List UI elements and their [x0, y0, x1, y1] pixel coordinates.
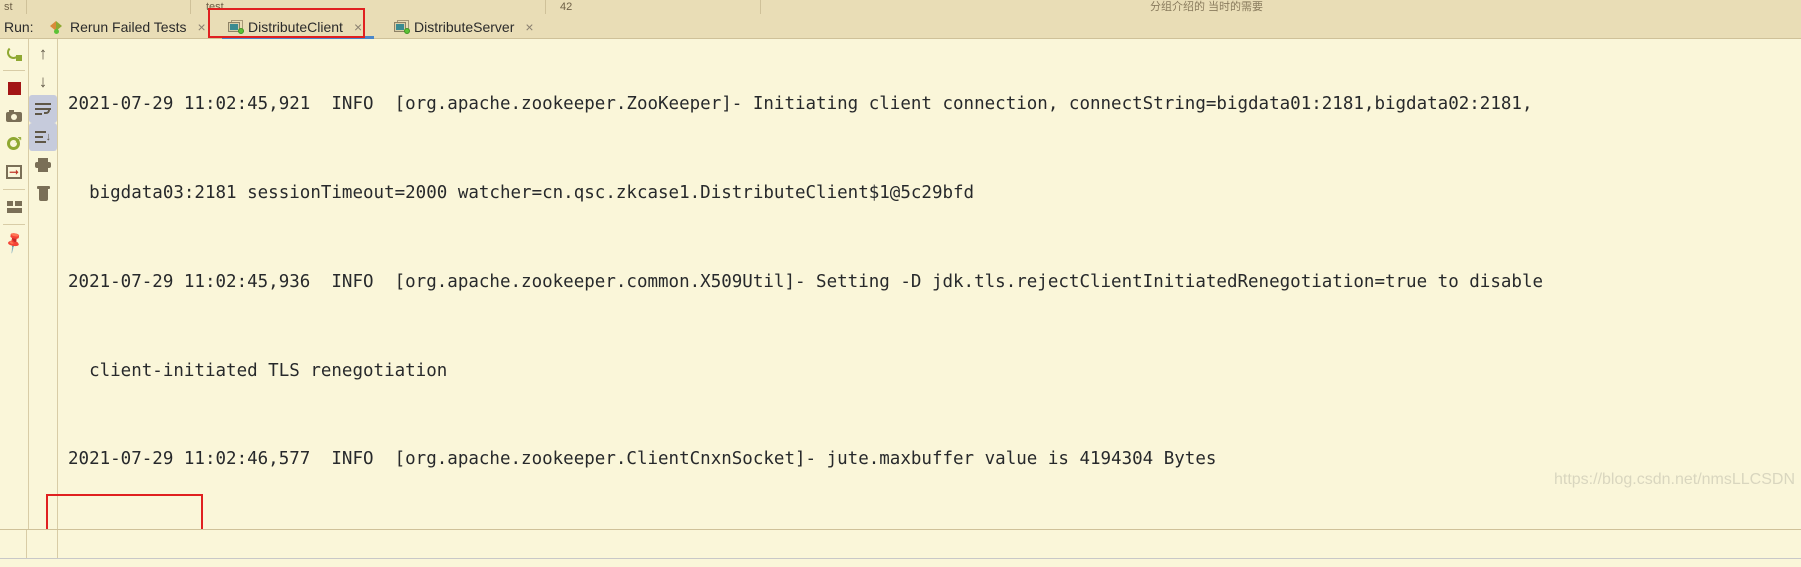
toolbar-separator [3, 70, 25, 71]
stop-square-icon [7, 81, 21, 95]
rerun-circular-arrow-icon [6, 45, 22, 61]
run-console-window: st test 42 分组介绍的 当时的需要 Run: Rerun Failed… [0, 0, 1801, 567]
run-actions-toolbar: ↗ ➞ 📌 [0, 39, 28, 529]
export-button[interactable]: ➞ [0, 158, 28, 186]
export-arrow-icon: ➞ [6, 165, 22, 179]
console-line: client-initiated TLS renegotiation [68, 360, 448, 381]
console-window-icon [228, 20, 244, 34]
scroll-to-end-icon: ↓ [35, 130, 51, 144]
clear-all-button[interactable] [29, 179, 57, 207]
print-button[interactable] [29, 151, 57, 179]
status-divider [57, 530, 58, 558]
tab-close-icon[interactable]: × [354, 20, 362, 34]
toolbar-separator [3, 189, 25, 190]
tab-label: DistributeClient [248, 18, 343, 35]
settings-button[interactable]: ↗ [0, 130, 28, 158]
tab-close-icon[interactable]: × [197, 20, 205, 34]
tab-label: DistributeServer [414, 18, 515, 35]
rerun-button[interactable] [0, 39, 28, 67]
pin-icon: 📌 [1, 229, 27, 255]
stop-button[interactable] [0, 74, 28, 102]
rerun-arrows-icon [50, 20, 65, 34]
console-text: 2021-07-29 11:02:45,921 INFO [org.apache… [58, 39, 1564, 529]
sliver-item-3: 分组介绍的 当时的需要 [1150, 1, 1264, 13]
status-bar-rule [0, 558, 1801, 559]
console-actions-toolbar: ↑ ↓ ↓ [28, 39, 57, 529]
soft-wrap-icon [35, 102, 51, 116]
arrow-up-icon: ↑ [38, 43, 48, 63]
printer-icon [35, 158, 51, 172]
tab-rerun-failed-tests[interactable]: Rerun Failed Tests × [44, 14, 212, 39]
console-window-icon [394, 20, 410, 34]
project-tree-sliver: st test 42 分组介绍的 当时的需要 [0, 0, 1801, 14]
sliver-divider [26, 0, 27, 14]
tab-close-icon[interactable]: × [525, 20, 533, 34]
status-bar [0, 529, 1801, 567]
sliver-item-1: test [206, 1, 224, 13]
screenshot-button[interactable] [0, 102, 28, 130]
console-line: 2021-07-29 11:02:45,936 INFO [org.apache… [68, 271, 1544, 292]
sliver-item-2: 42 [560, 1, 573, 13]
soft-wrap-button[interactable] [29, 95, 57, 123]
scroll-to-end-button[interactable]: ↓ [29, 123, 57, 151]
tab-label: Rerun Failed Tests [70, 18, 187, 35]
tab-distribute-server[interactable]: DistributeServer × [388, 14, 540, 39]
console-output-panel[interactable]: 2021-07-29 11:02:45,921 INFO [org.apache… [57, 39, 1801, 529]
sliver-item-0: st [4, 1, 13, 13]
trash-icon [36, 185, 50, 201]
toolbar-separator [3, 224, 25, 225]
tab-distribute-client[interactable]: DistributeClient × [222, 14, 374, 39]
status-divider [26, 530, 27, 558]
scroll-up-button[interactable]: ↑ [29, 39, 57, 67]
run-label: Run: [4, 19, 34, 35]
scroll-down-button[interactable]: ↓ [29, 67, 57, 95]
camera-icon [6, 110, 22, 122]
console-line: 2021-07-29 11:02:45,921 INFO [org.apache… [68, 94, 1533, 115]
sliver-divider [760, 0, 761, 14]
console-line: 2021-07-29 11:02:46,577 INFO [org.apache… [68, 449, 1217, 470]
pin-tab-button[interactable]: 📌 [0, 228, 28, 256]
sliver-divider [190, 0, 191, 14]
watermark: https://blog.csdn.net/nmsLLCSDN [1553, 471, 1795, 488]
layout-button[interactable] [0, 193, 28, 221]
run-tabbar: Run: Rerun Failed Tests × DistributeClie… [0, 14, 1801, 39]
console-line: bigdata03:2181 sessionTimeout=2000 watch… [68, 182, 975, 203]
sliver-divider [545, 0, 546, 14]
gear-icon: ↗ [6, 135, 23, 152]
layout-icon [6, 201, 22, 213]
arrow-down-icon: ↓ [38, 71, 48, 91]
